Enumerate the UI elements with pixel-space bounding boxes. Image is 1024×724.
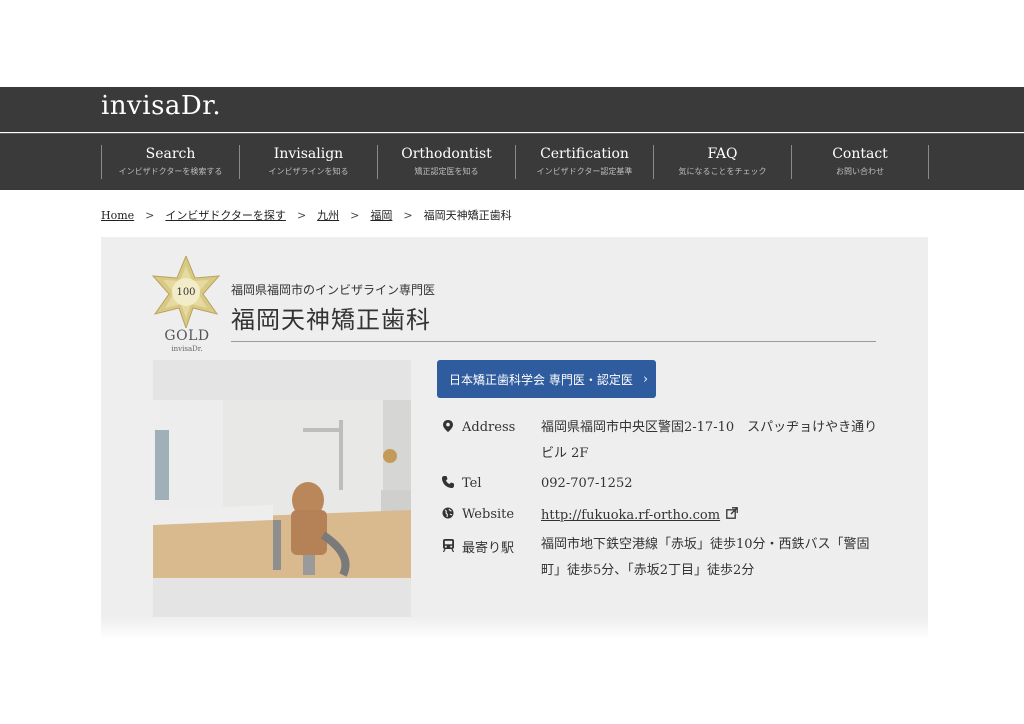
title-divider xyxy=(231,341,876,342)
website-value: http://fukuoka.rf-ortho.com xyxy=(541,502,738,529)
badge-label: GOLD xyxy=(164,328,210,344)
breadcrumb-separator: > xyxy=(350,208,360,222)
main-nav: Search インビザドクターを検索する Invisalign インビザラインを… xyxy=(101,145,929,179)
station-label-row: 最寄り駅 xyxy=(441,537,514,556)
nav-title: Orthodontist xyxy=(401,146,492,162)
clinic-photo-image xyxy=(153,360,411,617)
globe-icon xyxy=(441,507,455,522)
clinic-subtitle: 福岡県福岡市のインビザライン専門医 xyxy=(231,283,436,297)
top-whitespace xyxy=(0,0,1024,87)
address-line-2: ビル 2F xyxy=(541,446,589,461)
nav-item-contact[interactable]: Contact お問い合わせ xyxy=(791,145,929,179)
station-label: 最寄り駅 xyxy=(462,541,515,556)
nav-subtitle: インビザドクターを検索する xyxy=(118,167,223,176)
phone-icon xyxy=(441,476,455,491)
main-nav-bar: Search インビザドクターを検索する Invisalign インビザラインを… xyxy=(0,133,1024,190)
station-value: 福岡市地下鉄空港線「赤坂」徒歩10分・西鉄バス「警固 町」徒歩5分、「赤坂2丁目… xyxy=(541,532,870,584)
breadcrumb-separator: > xyxy=(296,208,307,222)
external-link-icon[interactable] xyxy=(726,507,738,522)
website-label: Website xyxy=(462,507,515,522)
nav-item-invisalign[interactable]: Invisalign インビザラインを知る xyxy=(239,145,377,179)
nav-subtitle: インビザドクター認定基準 xyxy=(536,167,633,176)
station-line-2: 町」徒歩5分、「赤坂2丁目」徒歩2分 xyxy=(541,563,755,578)
breadcrumb-separator: > xyxy=(145,208,155,222)
tel-value[interactable]: 092-707-1252 xyxy=(541,471,633,497)
address-line-1: 福岡県福岡市中央区警固2-17-10 スパッヂョけやき通り xyxy=(541,420,878,435)
certification-button-label: 日本矯正歯科学会 専門医・認定医 xyxy=(449,372,633,387)
website-link[interactable]: http://fukuoka.rf-ortho.com xyxy=(541,508,720,523)
tel-label: Tel xyxy=(462,476,482,491)
clinic-name: 福岡天神矯正歯科 xyxy=(231,306,431,334)
nav-title: Search xyxy=(145,146,196,162)
bottom-fade xyxy=(0,616,1024,638)
breadcrumb-home[interactable]: Home xyxy=(101,209,134,222)
breadcrumb-prefecture[interactable]: 福岡 xyxy=(370,207,392,223)
nav-subtitle: 矯正認定医を知る xyxy=(414,167,479,176)
breadcrumb: Home > インビザドクターを探す > 九州 > 福岡 > 福岡天神矯正歯科 xyxy=(101,207,512,223)
nav-title: Certification xyxy=(540,146,629,162)
nav-title: Invisalign xyxy=(273,146,344,162)
train-icon xyxy=(441,538,455,555)
nav-item-faq[interactable]: FAQ 気になることをチェック xyxy=(653,145,791,179)
address-label: Address xyxy=(462,420,516,435)
nav-item-certification[interactable]: Certification インビザドクター認定基準 xyxy=(515,145,653,179)
nav-subtitle: お問い合わせ xyxy=(836,167,884,176)
nav-title: FAQ xyxy=(707,146,738,162)
nav-subtitle: 気になることをチェック xyxy=(678,167,767,176)
station-line-1: 福岡市地下鉄空港線「赤坂」徒歩10分・西鉄バス「警固 xyxy=(541,537,870,552)
address-value: 福岡県福岡市中央区警固2-17-10 スパッヂョけやき通り ビル 2F xyxy=(541,415,877,467)
nav-subtitle: インビザラインを知る xyxy=(268,167,349,176)
website-label-row: Website xyxy=(441,507,514,522)
breadcrumb-region[interactable]: 九州 xyxy=(317,207,339,223)
map-pin-icon xyxy=(441,420,455,435)
nav-item-orthodontist[interactable]: Orthodontist 矯正認定医を知る xyxy=(377,145,515,179)
breadcrumb-current: 福岡天神矯正歯科 xyxy=(423,209,512,222)
nav-item-search[interactable]: Search インビザドクターを検索する xyxy=(101,145,239,179)
nav-title: Contact xyxy=(832,146,888,162)
gold-badge: 100 GOLD invisaDr. xyxy=(151,254,221,356)
clinic-photo xyxy=(153,360,411,617)
address-label-row: Address xyxy=(441,420,515,435)
chevron-right-icon: › xyxy=(642,371,649,387)
site-logo[interactable]: invisaDr. xyxy=(101,91,221,121)
breadcrumb-separator: > xyxy=(403,208,413,222)
badge-brand: invisaDr. xyxy=(171,345,203,353)
tel-label-row: Tel xyxy=(441,476,482,491)
certification-button[interactable]: 日本矯正歯科学会 専門医・認定医 › xyxy=(437,360,656,398)
breadcrumb-find-doctor[interactable]: インビザドクターを探す xyxy=(165,207,286,223)
badge-number: 100 xyxy=(176,287,196,298)
logo-bar: invisaDr. xyxy=(0,87,1024,132)
